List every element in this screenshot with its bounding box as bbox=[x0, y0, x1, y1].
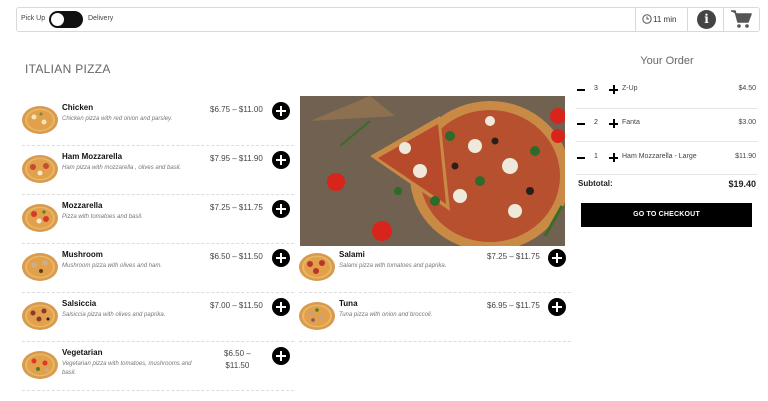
line-name: Fanta bbox=[622, 119, 640, 126]
item-name[interactable]: Mozzarella bbox=[62, 201, 102, 210]
cart-icon[interactable] bbox=[730, 9, 752, 29]
add-to-cart-button[interactable] bbox=[272, 102, 290, 120]
item-name[interactable]: Vegetarian bbox=[62, 348, 102, 357]
pizza-thumbnail bbox=[22, 155, 58, 183]
order-line: 3 Z-Up $4.50 bbox=[576, 74, 758, 107]
pickup-delivery-toggle[interactable] bbox=[49, 11, 83, 28]
increase-quantity-button[interactable] bbox=[609, 153, 618, 162]
order-line: 2 Fanta $3.00 bbox=[576, 108, 758, 141]
item-name[interactable]: Ham Mozzarella bbox=[62, 152, 122, 161]
price-line: $6.50 – bbox=[224, 349, 251, 358]
item-price: $7.95 – $11.90 bbox=[210, 154, 263, 163]
add-to-cart-button[interactable] bbox=[548, 298, 566, 316]
item-description: Salsiccia pizza with olives and paprika. bbox=[62, 312, 166, 318]
separator bbox=[22, 390, 294, 391]
increase-quantity-button[interactable] bbox=[609, 85, 618, 94]
pizza-thumbnail bbox=[299, 253, 335, 281]
item-price: $7.25 – $11.75 bbox=[487, 252, 540, 261]
menu-item: Mushroom Mushroom pizza with olives and … bbox=[22, 244, 294, 292]
delivery-label[interactable]: Delivery bbox=[88, 15, 113, 22]
menu-item: Salami Salami pizza with tomatoes and pa… bbox=[299, 244, 571, 292]
line-quantity: 1 bbox=[594, 153, 598, 160]
divider bbox=[635, 8, 636, 31]
item-name[interactable]: Tuna bbox=[339, 299, 358, 308]
item-description: Salami pizza with tomatoes and paprika. bbox=[339, 263, 447, 269]
item-price: $6.50 – $11.50 bbox=[224, 348, 251, 372]
add-to-cart-button[interactable] bbox=[272, 347, 290, 365]
menu-item: Tuna Tuna pizza with onion and broccoli.… bbox=[299, 293, 571, 341]
line-price: $4.50 bbox=[738, 85, 756, 92]
pizza-thumbnail bbox=[22, 253, 58, 281]
item-price: $6.75 – $11.00 bbox=[210, 105, 263, 114]
item-price: $6.50 – $11.50 bbox=[210, 252, 263, 261]
item-price: $7.25 – $11.75 bbox=[210, 203, 263, 212]
divider bbox=[687, 8, 688, 31]
line-quantity: 2 bbox=[594, 119, 598, 126]
item-description: Tuna pizza with onion and broccoli. bbox=[339, 312, 433, 318]
item-name[interactable]: Mushroom bbox=[62, 250, 103, 259]
decrease-quantity-button[interactable] bbox=[577, 89, 585, 91]
item-price: $7.00 – $11.50 bbox=[210, 301, 263, 310]
pizza-thumbnail bbox=[22, 204, 58, 232]
line-quantity: 3 bbox=[594, 85, 598, 92]
item-description: Ham pizza with mozzarella , olives and b… bbox=[62, 165, 182, 171]
decrease-quantity-button[interactable] bbox=[577, 123, 585, 125]
pizza-thumbnail bbox=[22, 351, 58, 379]
divider bbox=[576, 174, 758, 175]
add-to-cart-button[interactable] bbox=[272, 151, 290, 169]
price-line: $11.50 bbox=[225, 361, 250, 370]
subtotal-value: $19.40 bbox=[728, 179, 756, 189]
checkout-button[interactable]: GO TO CHECKOUT bbox=[581, 203, 752, 227]
pizza-thumbnail bbox=[299, 302, 335, 330]
decrease-quantity-button[interactable] bbox=[577, 157, 585, 159]
pizza-thumbnail bbox=[22, 106, 58, 134]
section-title: ITALIAN PIZZA bbox=[25, 62, 111, 76]
menu-item: Vegetarian Vegetarian pizza with tomatoe… bbox=[22, 342, 294, 390]
pizza-hero-image bbox=[300, 96, 565, 246]
line-name: Z-Up bbox=[622, 85, 638, 92]
order-mode-bar: Pick Up Delivery 11 min i bbox=[16, 7, 760, 32]
menu-item: Chicken Chicken pizza with red onion and… bbox=[22, 97, 294, 145]
delivery-time: 11 min bbox=[653, 15, 677, 24]
item-name[interactable]: Chicken bbox=[62, 103, 93, 112]
add-to-cart-button[interactable] bbox=[272, 200, 290, 218]
info-icon[interactable]: i bbox=[697, 10, 716, 29]
menu-item: Salsiccia Salsiccia pizza with olives an… bbox=[22, 293, 294, 341]
clock-icon bbox=[642, 14, 652, 24]
add-to-cart-button[interactable] bbox=[548, 249, 566, 267]
item-description: Pizza with tomatoes and basil. bbox=[62, 214, 143, 220]
add-to-cart-button[interactable] bbox=[272, 249, 290, 267]
add-to-cart-button[interactable] bbox=[272, 298, 290, 316]
line-price: $11.90 bbox=[735, 153, 756, 160]
item-description: Chicken pizza with red onion and parsley… bbox=[62, 116, 173, 122]
pickup-label[interactable]: Pick Up bbox=[21, 15, 45, 22]
item-price: $6.95 – $11.75 bbox=[487, 301, 540, 310]
divider bbox=[723, 8, 724, 31]
item-name[interactable]: Salsiccia bbox=[62, 299, 96, 308]
item-description: Vegetarian pizza with tomatoes, mushroom… bbox=[62, 361, 192, 376]
pizza-thumbnail bbox=[22, 302, 58, 330]
menu-item: Ham Mozzarella Ham pizza with mozzarella… bbox=[22, 146, 294, 194]
item-description: Mushroom pizza with olives and ham. bbox=[62, 263, 163, 269]
toggle-knob bbox=[51, 13, 64, 26]
subtotal-label: Subtotal: bbox=[578, 179, 613, 188]
increase-quantity-button[interactable] bbox=[609, 119, 618, 128]
order-title: Your Order bbox=[640, 55, 694, 67]
line-name: Ham Mozzarella - Large bbox=[622, 153, 697, 160]
item-name[interactable]: Salami bbox=[339, 250, 365, 259]
line-price: $3.00 bbox=[738, 119, 756, 126]
menu-item: Mozzarella Pizza with tomatoes and basil… bbox=[22, 195, 294, 243]
order-line: 1 Ham Mozzarella - Large $11.90 bbox=[576, 142, 758, 175]
separator bbox=[299, 341, 571, 342]
